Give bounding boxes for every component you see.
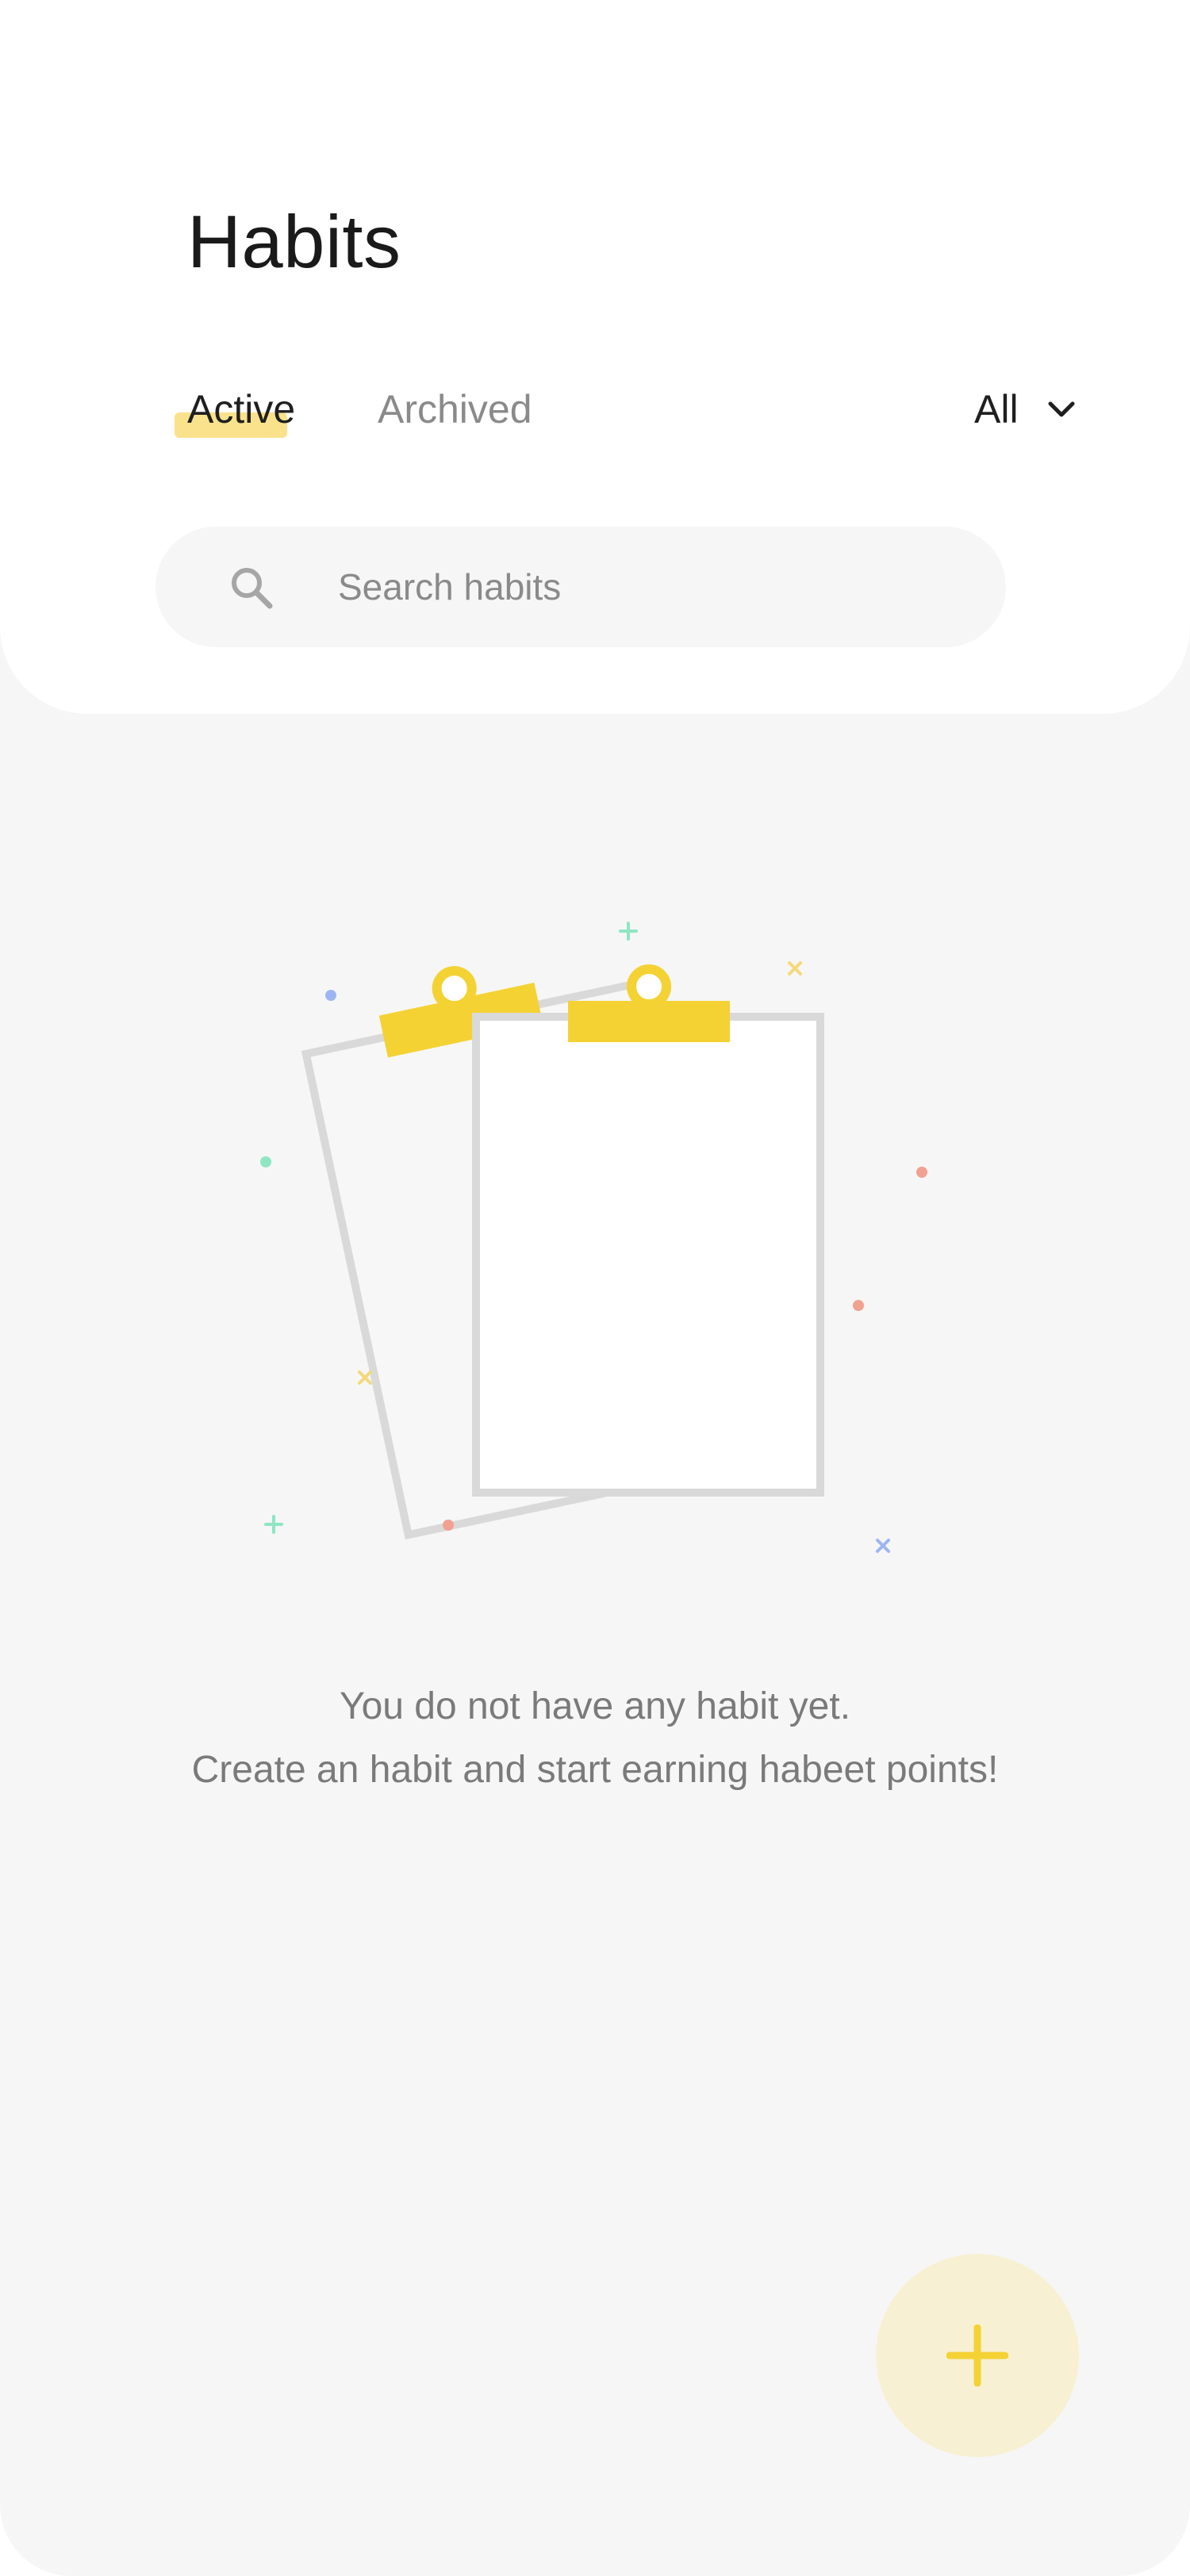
front-clipboard	[472, 964, 824, 1497]
header-card: Habits Active Archived All	[0, 0, 1190, 714]
plus-icon	[946, 2325, 1008, 2386]
filter-dropdown[interactable]: All	[974, 385, 1077, 433]
search-bar[interactable]	[155, 527, 1006, 647]
search-icon	[232, 568, 273, 609]
add-habit-button[interactable]	[876, 2254, 1079, 2457]
empty-state-message: You do not have any habit yet.	[339, 1685, 851, 1727]
page-title: Habits	[187, 200, 401, 283]
search-input[interactable]	[338, 562, 957, 612]
clipboards-illustration	[260, 922, 927, 1553]
tab-archived[interactable]: Archived	[378, 385, 532, 433]
filter-label: All	[974, 387, 1019, 431]
tab-active[interactable]: Active	[187, 385, 295, 433]
habits-screen: Habits Active Archived All Search habits…	[0, 0, 1190, 2576]
empty-state-hint: Create an habit and start earning habeet…	[191, 1749, 999, 1791]
chevron-down-icon	[1048, 401, 1075, 417]
